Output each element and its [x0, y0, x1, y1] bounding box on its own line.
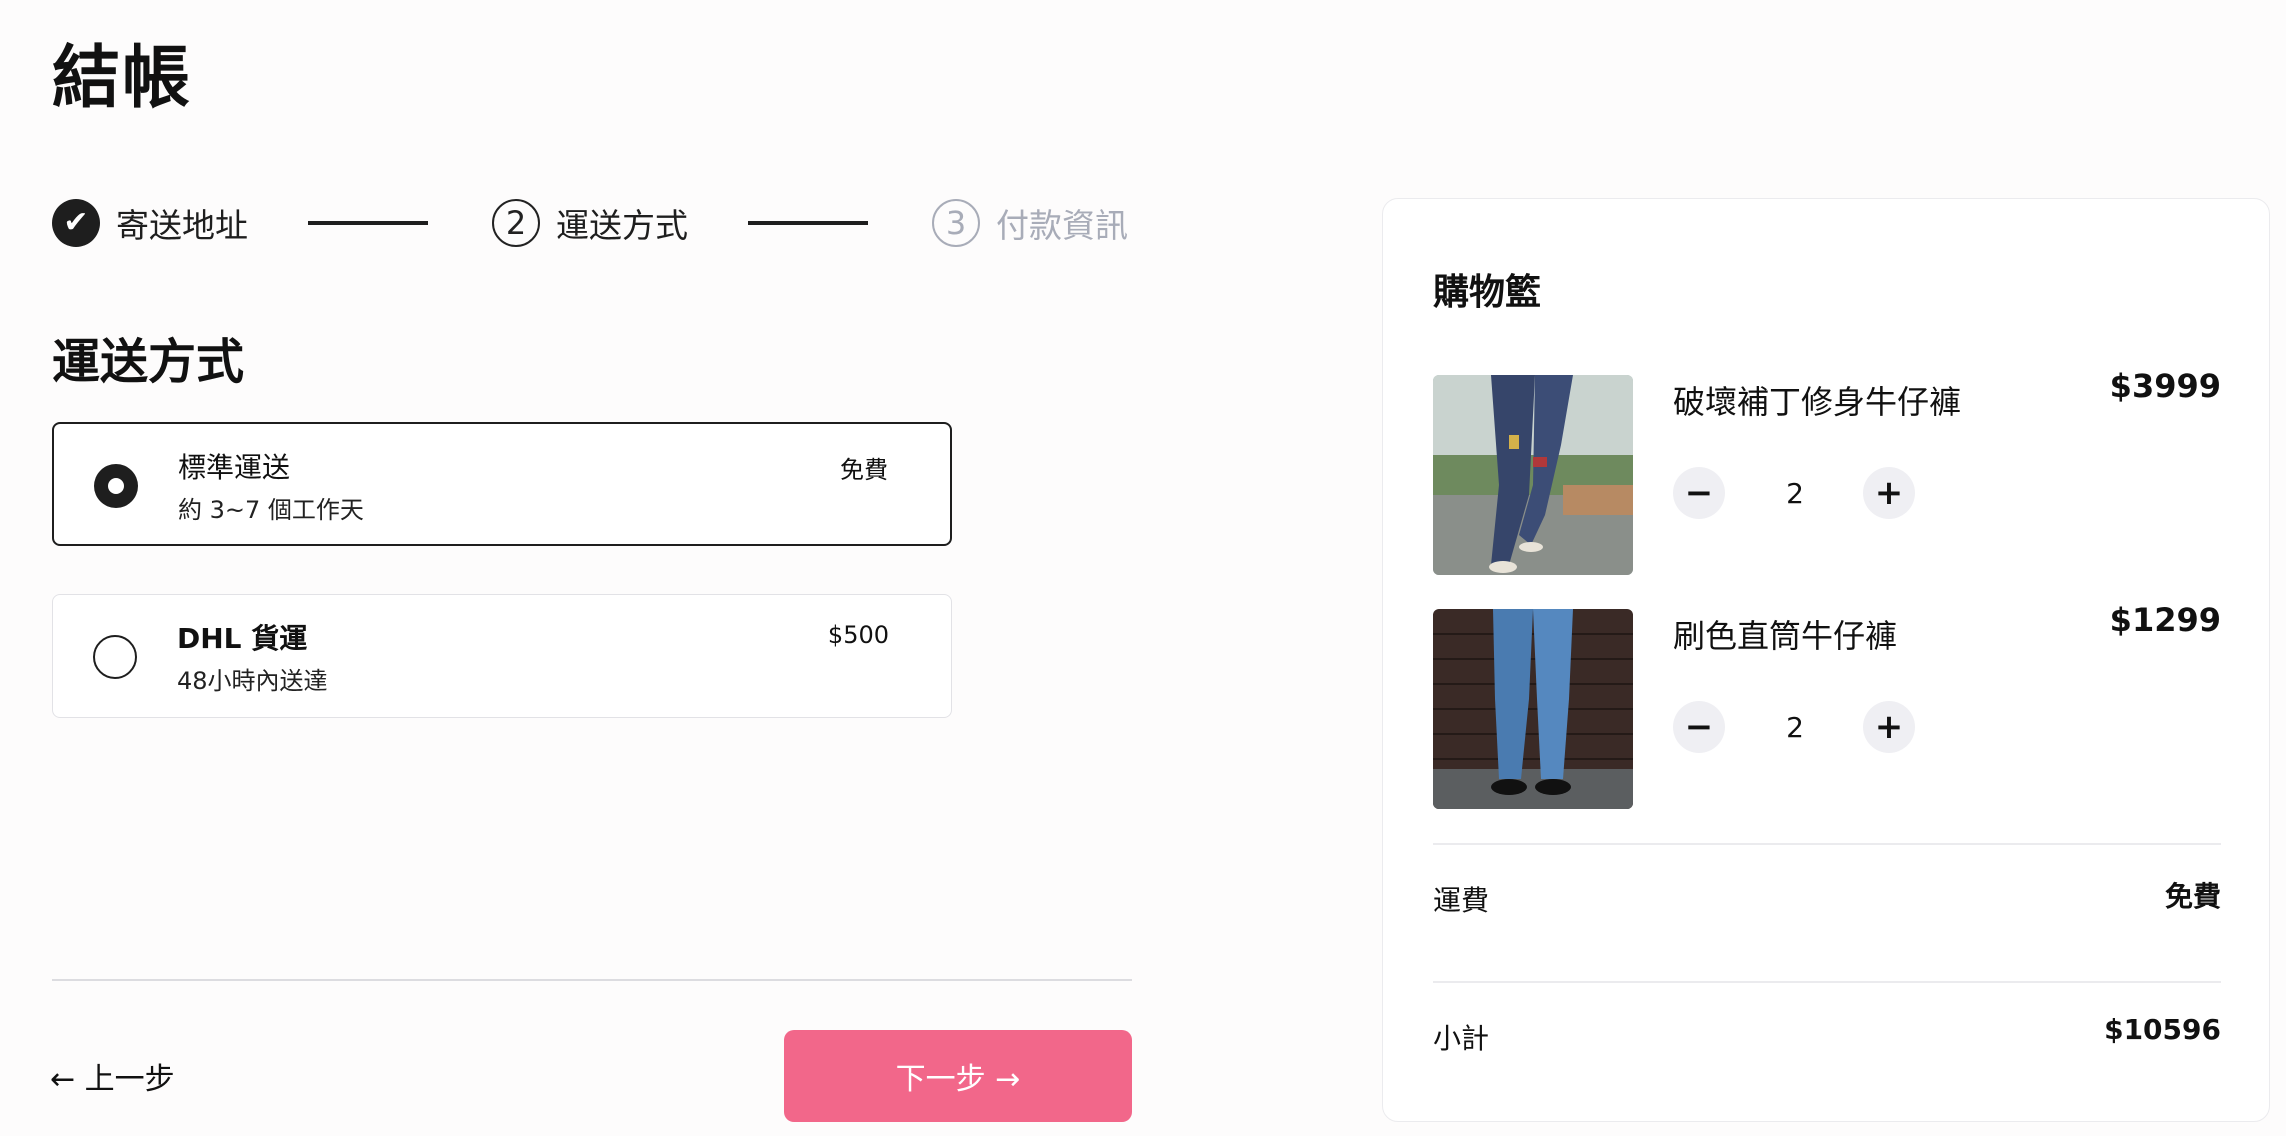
decrease-quantity-button[interactable]: − [1673, 467, 1725, 519]
subtotal-value: $10596 [2104, 1013, 2221, 1046]
checkmark-icon: ✔ [52, 199, 100, 247]
option-name: DHL 貨運 [177, 622, 308, 655]
option-description: 48小時內送達 [177, 667, 328, 695]
shipping-section-title: 運送方式 [52, 334, 245, 390]
step-label: 付款資訊 [996, 206, 1128, 245]
page-title: 結帳 [52, 39, 193, 118]
cart-title: 購物籃 [1433, 272, 1542, 313]
shipping-fee-label: 運費 [1433, 884, 1490, 917]
cart-divider [1433, 843, 2221, 845]
radio-unselected-icon[interactable] [93, 635, 137, 679]
cart-divider [1433, 981, 2221, 983]
product-image-washed-jeans[interactable] [1433, 609, 1633, 809]
previous-step-button[interactable]: ← 上一步 [50, 1054, 175, 1098]
option-description: 約 3~7 個工作天 [178, 496, 364, 524]
subtotal-label: 小計 [1433, 1022, 1490, 1055]
shipping-option-standard[interactable]: 標準運送 約 3~7 個工作天 免費 [52, 422, 952, 546]
step-payment-info[interactable]: 3 付款資訊 [932, 196, 1128, 250]
step-number-icon: 3 [932, 199, 980, 247]
increase-quantity-button[interactable]: + [1863, 701, 1915, 753]
step-connector [308, 221, 428, 225]
option-name: 標準運送 [178, 451, 291, 484]
shipping-fee-value: 免費 [2164, 880, 2221, 913]
increase-quantity-button[interactable]: + [1863, 467, 1915, 519]
product-image-ripped-jeans[interactable] [1433, 375, 1633, 575]
step-label: 寄送地址 [116, 206, 248, 245]
product-name: 破壞補丁修身牛仔褲 [1673, 383, 1962, 421]
radio-selected-icon[interactable] [94, 464, 138, 508]
product-price: $3999 [2109, 367, 2221, 405]
quantity-value: 2 [1786, 477, 1804, 510]
product-price: $1299 [2109, 601, 2221, 639]
form-divider [52, 979, 1132, 981]
decrease-quantity-button[interactable]: − [1673, 701, 1725, 753]
option-price: $500 [827, 621, 889, 649]
shipping-option-dhl[interactable]: DHL 貨運 48小時內送達 $500 [52, 594, 952, 718]
step-connector [748, 221, 868, 225]
step-label: 運送方式 [556, 206, 688, 245]
cart-panel: 購物籃 破壞補丁修身牛仔褲 $3999 − 2 + 刷色直筒牛仔褲 $1299 … [1382, 198, 2270, 1122]
product-name: 刷色直筒牛仔褲 [1673, 617, 1898, 655]
option-price: 免費 [840, 456, 888, 484]
step-shipping-method[interactable]: 2 運送方式 [492, 196, 688, 250]
quantity-value: 2 [1786, 711, 1804, 744]
next-step-button[interactable]: 下一步 → [784, 1030, 1132, 1122]
step-number-icon: 2 [492, 199, 540, 247]
step-shipping-address[interactable]: ✔ 寄送地址 [52, 196, 248, 250]
